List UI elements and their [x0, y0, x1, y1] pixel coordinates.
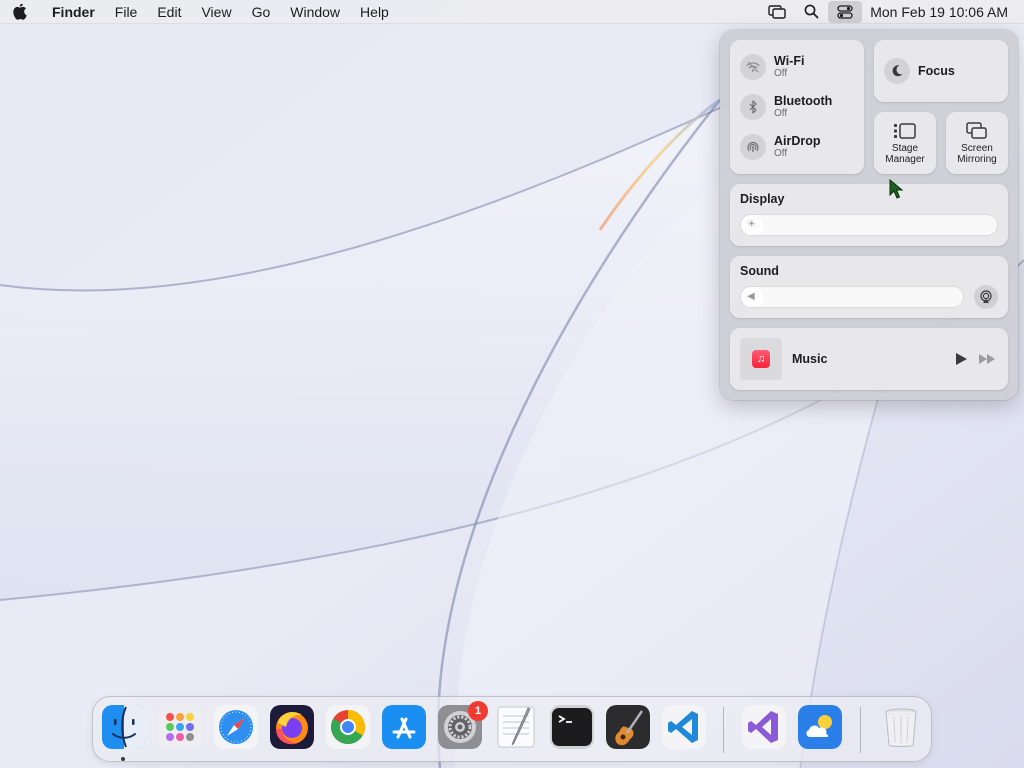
dock-separator [723, 707, 724, 753]
screen-mirroring-label-line1: Screen [961, 142, 993, 154]
fast-forward-icon[interactable] [978, 353, 996, 365]
airdrop-status: Off [774, 148, 788, 159]
airplay-audio-button[interactable] [974, 285, 998, 309]
menu-file[interactable]: File [105, 0, 148, 24]
airplay-audio-icon [980, 290, 992, 303]
menu-bar-clock[interactable]: Mon Feb 19 10:06 AM [870, 4, 1008, 20]
wifi-toggle[interactable]: Wi-Fi Off [740, 54, 804, 80]
weather-app-icon[interactable] [798, 705, 842, 749]
app-store-app-icon[interactable] [382, 705, 426, 749]
vscode-app-icon[interactable] [662, 705, 706, 749]
terminal-app-icon[interactable] [550, 705, 594, 749]
menu-bar: Finder File Edit View Go Window Help Mon… [0, 0, 1024, 24]
screen-mirroring-icon[interactable] [760, 1, 794, 23]
focus-label: Focus [918, 64, 955, 78]
control-center-icon[interactable] [828, 0, 863, 23]
bluetooth-status: Off [774, 108, 788, 119]
stage-manager-label-line1: Stage [891, 142, 919, 154]
finder-app-icon[interactable] [102, 705, 146, 749]
now-playing-module[interactable]: ♫ Music [730, 328, 1008, 390]
garageband-app-icon[interactable] [606, 705, 650, 749]
album-artwork: ♫ [740, 338, 782, 380]
stage-manager-button[interactable]: Stage Manager [874, 112, 936, 174]
menu-help[interactable]: Help [350, 0, 399, 24]
airdrop-icon [740, 134, 766, 160]
wifi-label: Wi-Fi [774, 54, 805, 68]
connectivity-module: Wi-Fi Off Bluetooth Off AirDrop Off [730, 40, 864, 174]
stage-manager-label-line2: Manager [885, 153, 925, 165]
brightness-slider[interactable]: ☀ [740, 214, 998, 236]
firefox-app-icon[interactable] [270, 705, 314, 749]
dock [92, 696, 932, 762]
finder-running-indicator [121, 757, 125, 761]
spotlight-search-icon[interactable] [794, 1, 828, 23]
bluetooth-icon [740, 94, 766, 120]
airdrop-label: AirDrop [774, 134, 821, 148]
menu-app-finder[interactable]: Finder [40, 0, 105, 24]
mouse-cursor-icon [889, 179, 903, 199]
wifi-status: Off [774, 68, 788, 79]
volume-slider[interactable]: ◀ [740, 286, 964, 308]
stage-manager-label: Stage Manager [885, 143, 924, 165]
screen-mirroring-button[interactable]: Screen Mirroring [946, 112, 1008, 174]
trash-icon[interactable] [879, 705, 923, 749]
focus-button[interactable]: Focus [874, 40, 1008, 102]
launchpad-app-icon[interactable] [158, 705, 202, 749]
sun-icon: ☀ [747, 219, 756, 230]
wifi-off-icon [740, 54, 766, 80]
speaker-icon: ◀ [747, 291, 755, 302]
bluetooth-label: Bluetooth [774, 94, 833, 108]
visual-studio-app-icon[interactable] [742, 705, 786, 749]
textedit-app-icon[interactable] [494, 705, 538, 749]
display-module: Display ☀ [730, 184, 1008, 246]
bluetooth-toggle[interactable]: Bluetooth Off [740, 94, 832, 120]
airdrop-toggle[interactable]: AirDrop Off [740, 134, 821, 160]
display-title: Display [740, 192, 785, 206]
chrome-app-icon[interactable] [326, 705, 370, 749]
menu-go[interactable]: Go [242, 0, 281, 24]
menu-edit[interactable]: Edit [147, 0, 191, 24]
sound-title: Sound [740, 264, 779, 278]
music-note-icon: ♫ [752, 350, 770, 368]
safari-app-icon[interactable] [214, 705, 258, 749]
menu-view[interactable]: View [191, 0, 241, 24]
dock-separator-trash [860, 707, 861, 753]
sound-module: Sound ◀ [730, 256, 1008, 318]
menu-window[interactable]: Window [280, 0, 350, 24]
screen-mirroring-label-line2: Mirroring [957, 153, 997, 165]
screen-mirroring-icon [966, 121, 987, 139]
stage-manager-icon [894, 122, 916, 139]
play-icon[interactable] [954, 352, 968, 366]
apple-menu-icon[interactable] [0, 0, 40, 24]
moon-icon [884, 58, 910, 84]
now-playing-title: Music [792, 352, 828, 366]
system-settings-notification-badge: 1 [468, 701, 488, 721]
screen-mirroring-label: Screen Mirroring [957, 143, 996, 165]
control-center-panel: Wi-Fi Off Bluetooth Off AirDrop Off Focu… [720, 30, 1018, 400]
